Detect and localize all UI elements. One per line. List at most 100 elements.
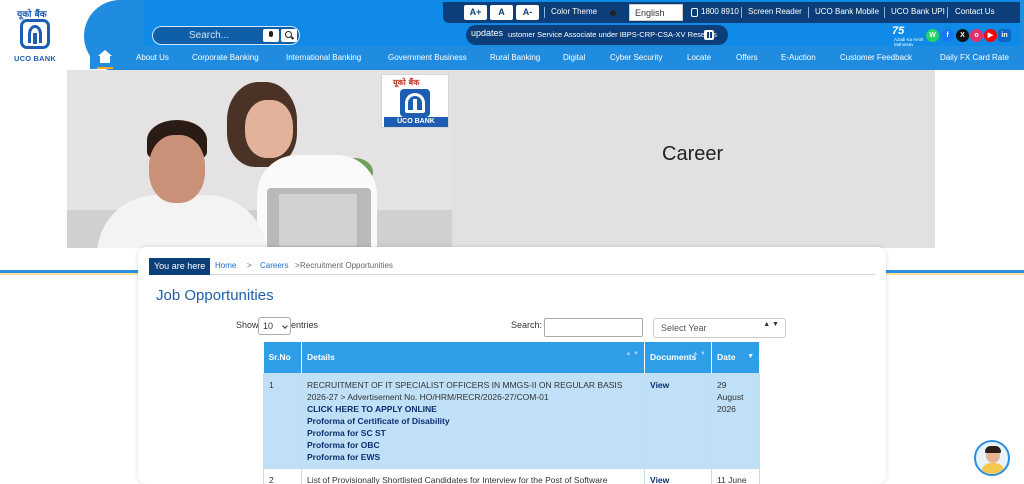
instagram-icon[interactable]: o bbox=[970, 29, 983, 42]
column-header-sr-no[interactable]: Sr.No bbox=[263, 342, 302, 373]
obc-proforma-link[interactable]: Proforma for OBC bbox=[307, 439, 639, 451]
header-label: Date bbox=[717, 352, 736, 363]
color-theme-label: Color Theme bbox=[551, 7, 598, 16]
banner-title: Career bbox=[662, 143, 724, 165]
table-search-input[interactable] bbox=[544, 318, 643, 337]
column-header-date[interactable]: Date ▼ bbox=[711, 342, 760, 373]
phone-icon bbox=[691, 8, 698, 17]
font-size-reset-button[interactable]: A bbox=[490, 5, 513, 20]
nav-rural-banking[interactable]: Rural Banking bbox=[490, 53, 540, 62]
active-indicator bbox=[97, 67, 113, 69]
breadcrumb: You are here Home > Careers > Recruitmen… bbox=[149, 258, 875, 275]
breadcrumb-label: You are here bbox=[149, 258, 211, 275]
microphone-icon[interactable] bbox=[263, 29, 279, 42]
pause-icon[interactable] bbox=[704, 30, 714, 40]
uco-bank-mobile-link[interactable]: UCO Bank Mobile bbox=[815, 7, 879, 16]
show-label: Show bbox=[236, 320, 259, 330]
uco-bank-upi-link[interactable]: UCO Bank UPI bbox=[891, 7, 945, 16]
chatbot-avatar-icon[interactable] bbox=[974, 440, 1010, 476]
uco-bank-logo[interactable]: यूको बैंक UCO BANK bbox=[0, 0, 72, 72]
cell-date: 29 August 2026 bbox=[711, 372, 760, 469]
job-opportunities-table: Sr.No Details ▲ ▼ Documents ▲ ▼ Date ▼ 1 RE… bbox=[263, 342, 760, 484]
site-header: यूको बैंक UCO BANK A+ A A- Color Theme E… bbox=[0, 0, 1024, 72]
azadi-ka-amrit-mahotsav-logo: 75 Azadi Ka Amrit Mahotsav bbox=[890, 25, 926, 47]
entries-label: entries bbox=[291, 320, 319, 330]
cell-sr-no: 1 bbox=[263, 372, 302, 469]
nav-customer-feedback[interactable]: Customer Feedback bbox=[840, 53, 912, 62]
view-document-link[interactable]: View bbox=[650, 380, 669, 390]
banner-side-space bbox=[935, 70, 1024, 270]
sc-st-proforma-link[interactable]: Proforma for SC ST bbox=[307, 427, 639, 439]
nav-government-business[interactable]: Government Business bbox=[388, 53, 467, 62]
ticker-text[interactable]: ustomer Service Associate under IBPS-CRP… bbox=[508, 30, 717, 39]
column-header-details[interactable]: Details ▲ ▼ bbox=[301, 342, 646, 373]
job-description: List of Provisionally Shortlisted Candid… bbox=[306, 474, 608, 484]
header-label: Sr.No bbox=[268, 352, 291, 363]
nav-e-auction[interactable]: E-Auction bbox=[781, 53, 816, 62]
logo-text: UCO BANK bbox=[14, 54, 57, 63]
search-bar bbox=[152, 26, 300, 45]
ticker-label: updates bbox=[471, 28, 504, 38]
search-input[interactable] bbox=[161, 28, 257, 43]
linkedin-icon[interactable]: in bbox=[998, 29, 1011, 42]
cell-details: RECRUITMENT OF IT SPECIALIST OFFICERS IN… bbox=[300, 372, 646, 469]
color-theme-toggle-icon[interactable] bbox=[610, 10, 616, 16]
select-arrows-icon: ▲ ▼ bbox=[763, 321, 779, 328]
sort-icon: ▲ ▼ bbox=[625, 351, 640, 357]
nav-international-banking[interactable]: International Banking bbox=[286, 53, 361, 62]
sort-icon: ▲ ▼ bbox=[692, 351, 706, 357]
banner-logo-text: UCO BANK bbox=[384, 117, 448, 127]
nav-locate[interactable]: Locate bbox=[687, 53, 711, 62]
year-select[interactable]: Select Year ▲ ▼ bbox=[653, 318, 786, 338]
view-document-link[interactable]: View bbox=[650, 475, 669, 484]
content-card: You are here Home > Careers > Recruitmen… bbox=[138, 247, 886, 484]
nav-digital[interactable]: Digital bbox=[563, 53, 585, 62]
search-icon[interactable] bbox=[281, 29, 297, 42]
font-size-increase-button[interactable]: A+ bbox=[464, 5, 487, 20]
uco-logo-mark-icon bbox=[400, 89, 430, 117]
disability-certificate-link[interactable]: Proforma of Certificate of Disability bbox=[307, 415, 639, 427]
year-select-placeholder: Select Year bbox=[661, 323, 707, 333]
divider bbox=[808, 7, 809, 18]
breadcrumb-separator: > bbox=[295, 261, 300, 270]
nav-about-us[interactable]: About Us bbox=[136, 53, 169, 62]
divider bbox=[741, 7, 742, 18]
divider bbox=[544, 7, 545, 18]
job-description: RECRUITMENT OF IT SPECIALIST OFFICERS IN… bbox=[306, 379, 623, 402]
azadi-logo-number: 75 bbox=[892, 25, 905, 37]
header-label: Details bbox=[306, 352, 335, 363]
font-size-decrease-button[interactable]: A- bbox=[516, 5, 539, 20]
banner-uco-logo: यूको बैंक UCO BANK bbox=[381, 74, 449, 128]
cell-date: 11 June bbox=[711, 467, 760, 484]
entries-per-page-select[interactable]: 10 bbox=[258, 317, 291, 335]
youtube-icon[interactable]: ▶ bbox=[984, 29, 997, 42]
uco-logo-mark-icon bbox=[20, 19, 50, 49]
header-label: Documents bbox=[650, 352, 697, 363]
nav-corporate-banking[interactable]: Corporate Banking bbox=[192, 53, 259, 62]
column-header-documents[interactable]: Documents ▲ ▼ bbox=[644, 342, 712, 373]
sort-desc-icon: ▼ bbox=[747, 353, 754, 360]
phone-number[interactable]: 1800 8910 bbox=[701, 7, 739, 16]
whatsapp-icon[interactable]: W bbox=[926, 29, 939, 42]
page-title: Job Opportunities bbox=[156, 287, 274, 304]
updates-ticker: updates ustomer Service Associate under … bbox=[466, 25, 728, 45]
nav-offers[interactable]: Offers bbox=[736, 53, 758, 62]
utility-bar: A+ A A- Color Theme English 1800 8910 Sc… bbox=[443, 2, 1024, 23]
facebook-icon[interactable]: f bbox=[941, 29, 954, 42]
apply-online-link[interactable]: CLICK HERE TO APPLY ONLINE bbox=[307, 403, 639, 415]
contact-us-link[interactable]: Contact Us bbox=[955, 7, 995, 16]
breadcrumb-home-link[interactable]: Home bbox=[215, 261, 236, 270]
ews-proforma-link[interactable]: Proforma for EWS bbox=[307, 451, 639, 463]
x-twitter-icon[interactable]: X bbox=[956, 29, 969, 42]
table-row: 2 List of Provisionally Shortlisted Cand… bbox=[263, 467, 760, 484]
cell-documents: View bbox=[644, 467, 712, 484]
home-icon[interactable] bbox=[98, 50, 112, 63]
nav-daily-fx-card-rate[interactable]: Daily FX Card Rate bbox=[940, 53, 1009, 62]
nav-cyber-security[interactable]: Cyber Security bbox=[610, 53, 662, 62]
breadcrumb-careers-link[interactable]: Careers bbox=[260, 261, 288, 270]
cell-details: List of Provisionally Shortlisted Candid… bbox=[300, 467, 646, 484]
breadcrumb-current: Recruitment Opportunities bbox=[300, 261, 393, 270]
screen-reader-link[interactable]: Screen Reader bbox=[748, 7, 802, 16]
language-select[interactable]: English bbox=[629, 4, 683, 21]
banner-title-panel: Career bbox=[452, 70, 935, 248]
